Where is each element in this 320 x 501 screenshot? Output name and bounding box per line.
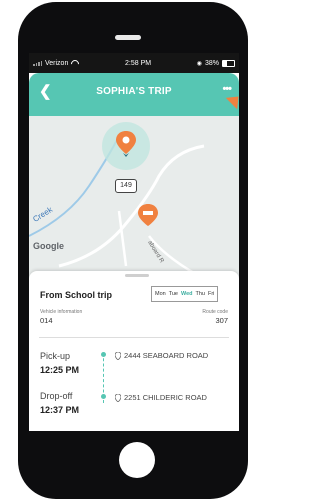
route-shield: 149 — [115, 179, 137, 193]
dropoff-time: 12:37 PM — [40, 405, 80, 415]
day-wed[interactable]: Wed — [181, 291, 193, 297]
day-tue[interactable]: Tue — [169, 291, 178, 297]
trip-header: ❮ SOPHIA'S TRIP ••• — [29, 73, 239, 116]
school-cap-shape — [143, 211, 153, 215]
drag-handle[interactable] — [125, 274, 149, 277]
trip-title: From School trip — [40, 290, 112, 300]
home-button[interactable] — [119, 442, 155, 478]
vehicle-label: Vehicle information — [40, 309, 83, 315]
battery-percent: 38% — [204, 59, 219, 67]
pickup-type: Pick-up — [40, 351, 71, 361]
map-view[interactable]: 149 Creek aboard R Google — [29, 116, 239, 278]
location-pin-icon — [115, 393, 121, 402]
route-code-label: Route code — [202, 309, 228, 315]
map-canvas — [29, 122, 205, 278]
day-thu[interactable]: Thu — [196, 291, 205, 297]
pickup-time: 12:25 PM — [40, 365, 80, 375]
bus-pin-center — [122, 136, 130, 144]
carrier-label: Verizon — [45, 59, 69, 67]
dropoff-dot-icon — [101, 394, 106, 399]
app-screen: Verizon 2:58 PM ◉ 38% ❮ SOPHIA'S TRIP ••… — [29, 53, 239, 431]
pickup-address-text: 2444 SEABOARD ROAD — [124, 351, 209, 360]
day-mon[interactable]: Mon — [155, 291, 166, 297]
status-time: 2:58 PM — [125, 59, 152, 67]
route-number: 149 — [120, 182, 132, 189]
signal-icon — [33, 60, 42, 66]
dropoff-type: Drop-off — [40, 391, 73, 401]
divider — [39, 337, 229, 338]
dropoff-address: 2251 CHILDERIC ROAD — [115, 393, 207, 402]
page-title: SOPHIA'S TRIP — [96, 86, 172, 97]
route-code-value: 307 — [215, 316, 228, 325]
battery-icon — [221, 59, 235, 67]
wifi-icon — [71, 60, 79, 66]
location-pin-icon — [115, 351, 121, 360]
dropoff-address-text: 2251 CHILDERIC ROAD — [124, 393, 207, 402]
google-logo: Google — [33, 241, 64, 251]
road-secondary — [117, 210, 128, 267]
earpiece-speaker — [115, 35, 141, 40]
vehicle-value: 014 — [40, 316, 53, 325]
status-bar: Verizon 2:58 PM ◉ 38% — [29, 53, 239, 73]
day-fri[interactable]: Fri — [208, 291, 214, 297]
trip-sheet: From School trip Mon Tue Wed Thu Fri Veh… — [29, 271, 239, 431]
day-selector: Mon Tue Wed Thu Fri — [151, 286, 219, 302]
pickup-address: 2444 SEABOARD ROAD — [115, 351, 208, 360]
alarm-icon: ◉ — [196, 60, 202, 67]
